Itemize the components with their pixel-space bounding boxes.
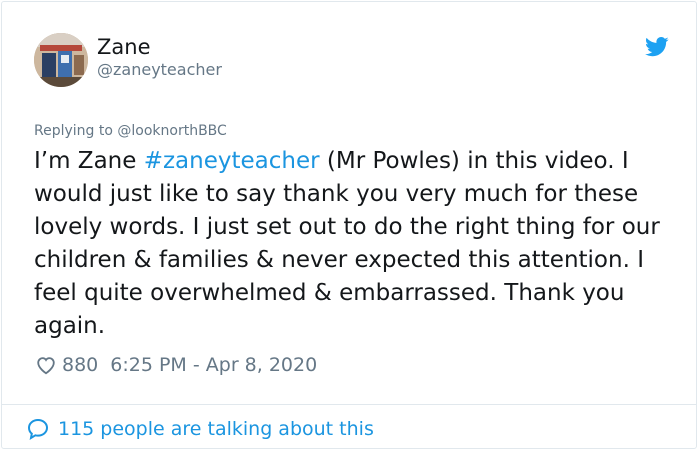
heart-icon[interactable] [35,354,57,376]
replying-to-label: Replying to [34,123,113,139]
conversation-count[interactable]: 115 people are talking about this [58,418,374,440]
twitter-bird-icon[interactable] [645,37,669,57]
hashtag-link[interactable]: #zaneyteacher [144,148,320,174]
display-name[interactable]: Zane [97,34,150,60]
divider [2,404,696,405]
speech-bubble-icon [27,418,49,441]
tweet-text-rest: (Mr Powles) in this video. I would just … [34,148,660,339]
conversation-link[interactable]: 115 people are talking about this [26,415,374,443]
tweet-text-start: I’m Zane [34,148,144,174]
avatar[interactable] [34,33,88,87]
replying-to-mention[interactable]: @looknorthBBC [117,123,226,139]
tweet-text: I’m Zane #zaneyteacher (Mr Powles) in th… [34,145,684,343]
user-handle[interactable]: @zaneyteacher [97,60,222,80]
replying-to-line: Replying to @looknorthBBC [34,122,227,140]
tweet-timestamp[interactable]: 6:25 PM - Apr 8, 2020 [110,354,317,376]
tweet-meta: 880 6:25 PM - Apr 8, 2020 [35,353,317,377]
tweet-card: Zane @zaneyteacher Replying to @looknort… [1,1,697,449]
like-count[interactable]: 880 [62,354,98,376]
